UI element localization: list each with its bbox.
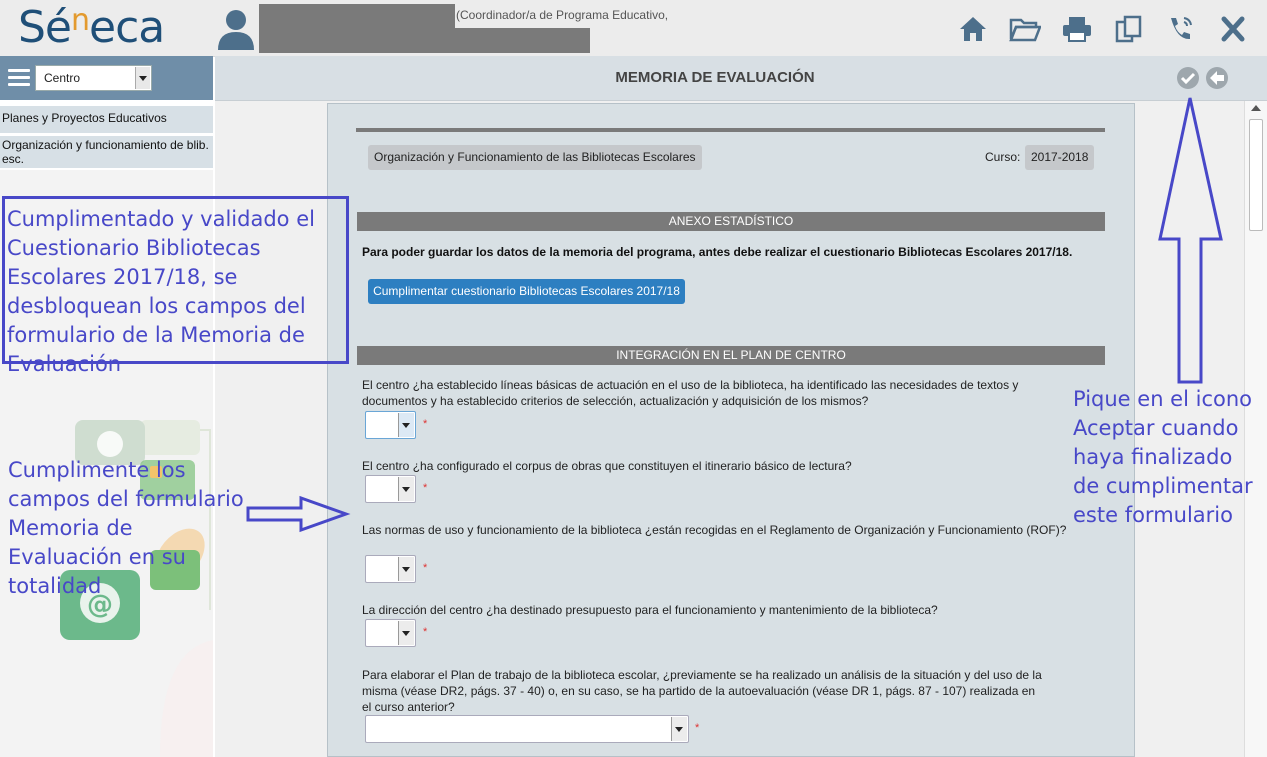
chevron-down-icon — [135, 67, 150, 89]
question-1-select[interactable] — [365, 411, 416, 439]
phone-icon[interactable] — [1165, 14, 1197, 44]
context-select[interactable]: Centro — [35, 65, 152, 91]
sidebar-item-organizacion[interactable]: Organización y funcionamiento de blib. e… — [0, 136, 213, 168]
question-text: Las normas de uso y funcionamiento de la… — [362, 523, 1067, 537]
user-avatar-icon — [218, 10, 254, 50]
required-marker: * — [423, 482, 428, 494]
menu-icon[interactable] — [8, 69, 30, 87]
question-3-select[interactable] — [365, 555, 416, 583]
folder-open-icon[interactable] — [1009, 14, 1041, 44]
curso-value: 2017-2018 — [1025, 145, 1095, 170]
question-5-select[interactable] — [365, 715, 689, 743]
home-icon[interactable] — [957, 14, 989, 44]
chevron-down-icon — [398, 557, 414, 581]
back-arrow-icon[interactable] — [1205, 66, 1229, 90]
user-name-redacted — [455, 28, 590, 53]
question-4-select[interactable] — [365, 619, 416, 647]
question-text: Para elaborar el Plan de trabajo de la b… — [362, 668, 1042, 714]
question-text: El centro ¿ha configurado el corpus de o… — [362, 459, 852, 473]
fill-questionnaire-button[interactable]: Cumplimentar cuestionario Bibliotecas Es… — [368, 279, 685, 304]
question-2-select[interactable] — [365, 475, 416, 503]
curso-label: Curso: — [985, 150, 1021, 164]
required-marker: * — [423, 418, 428, 430]
question-text: El centro ¿ha establecido líneas básicas… — [362, 378, 1019, 408]
required-marker: * — [423, 562, 428, 574]
chevron-down-icon — [398, 621, 414, 645]
chevron-down-icon — [671, 717, 687, 741]
program-name: Organización y Funcionamiento de las Bib… — [368, 145, 702, 170]
chevron-down-icon — [398, 413, 414, 437]
app-header: Séneca (Coordinador/a de Programa Educat… — [0, 0, 1267, 57]
seneca-logo: Séneca — [18, 2, 165, 53]
arrow-up-annotation — [1158, 97, 1223, 384]
print-icon[interactable] — [1061, 14, 1093, 44]
arrow-right-annotation — [246, 495, 351, 533]
scroll-thumb[interactable] — [1249, 119, 1263, 231]
question-text: La dirección del centro ¿ha destinado pr… — [362, 603, 938, 617]
required-marker: * — [695, 722, 700, 734]
sidebar-item-planes[interactable]: Planes y Proyectos Educativos — [0, 106, 213, 133]
divider — [356, 128, 1105, 132]
top-toolbar — [957, 14, 1249, 44]
user-name-redacted — [259, 4, 455, 53]
required-marker: * — [423, 626, 428, 638]
accept-check-icon[interactable] — [1176, 66, 1200, 90]
user-role: (Coordinador/a de Programa Educativo, — [456, 8, 669, 22]
annotation-accept-text: Pique en el icono Aceptar cuando haya fi… — [1073, 387, 1253, 527]
close-icon[interactable] — [1217, 14, 1249, 44]
main-toolbar: MEMORIA DE EVALUACIÓN — [215, 56, 1267, 101]
page-title: MEMORIA DE EVALUACIÓN — [615, 69, 815, 86]
annotation-fill-text: Cumplimente los campos del formulario Me… — [8, 458, 244, 598]
chevron-down-icon — [398, 477, 414, 501]
annotation-unlock-text: Cumplimentado y validado el Cuestionario… — [7, 207, 315, 376]
sidebar-toolbar: Centro — [0, 56, 213, 100]
section-anexo-header: ANEXO ESTADÍSTICO — [357, 212, 1105, 231]
notice-text: Para poder guardar los datos de la memor… — [362, 245, 1073, 259]
form-panel — [327, 103, 1135, 757]
scroll-up-icon[interactable] — [1251, 105, 1261, 111]
section-integracion-header: INTEGRACIÓN EN EL PLAN DE CENTRO — [357, 346, 1105, 365]
copy-icon[interactable] — [1113, 14, 1145, 44]
